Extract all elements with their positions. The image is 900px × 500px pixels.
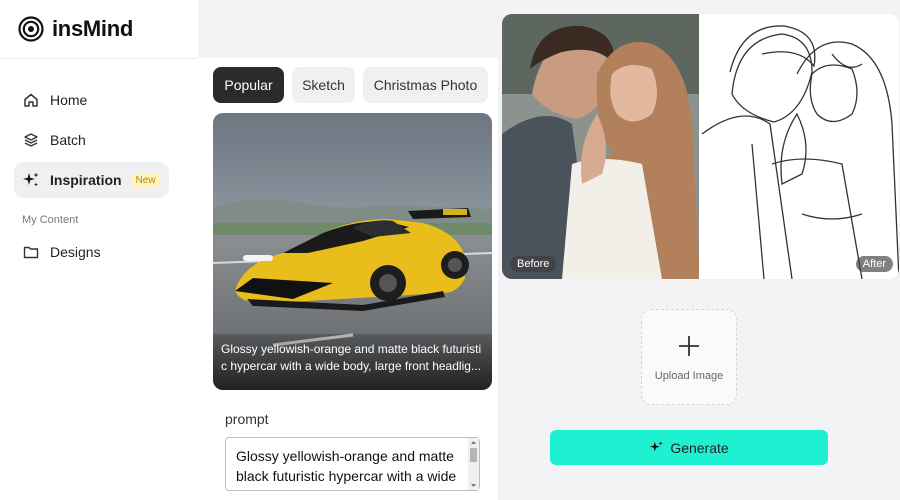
inspiration-card[interactable]: Glossy yellowish-orange and matte black … [213,113,492,390]
sparkle-icon [650,441,664,452]
sidebar: insMind Home Batch Inspiration New My Co… [0,0,198,500]
layers-icon [22,131,40,149]
prompt-label: prompt [225,411,269,427]
card-caption: Glossy yellowish-orange and matte black … [213,334,492,390]
sidebar-item-label: Inspiration [50,172,122,188]
plus-icon [679,336,699,356]
sidebar-item-batch[interactable]: Batch [14,122,169,158]
sparkle-icon [22,171,40,189]
app-logo[interactable]: insMind [18,14,133,44]
before-after-preview[interactable]: Before After [502,14,899,279]
tab-sketch[interactable]: Sketch [292,67,355,103]
sidebar-item-label: Batch [50,132,86,148]
sidebar-divider [0,58,198,59]
prompt-scrollbar[interactable] [468,438,479,490]
upload-image-button[interactable]: Upload Image [641,309,737,405]
tab-christmas-photo[interactable]: Christmas Photo [363,67,488,103]
new-badge: New [131,173,160,187]
sidebar-item-home[interactable]: Home [14,82,169,118]
sidebar-item-label: Designs [50,244,101,260]
app-name: insMind [52,16,134,41]
prompt-textarea[interactable]: Glossy yellowish-orange and matte black … [225,437,480,491]
before-after-image [502,14,899,279]
sidebar-item-designs[interactable]: Designs [14,234,169,270]
upload-image-label: Upload Image [654,370,724,382]
after-tag: After [855,256,893,272]
tab-popular[interactable]: Popular [213,67,284,103]
sidebar-item-inspiration[interactable]: Inspiration New [14,162,169,198]
folder-icon [22,243,40,261]
my-content-label: My Content [22,214,79,226]
sidebar-item-label: Home [50,92,88,108]
before-tag: Before [510,256,557,272]
insmind-logo-icon [18,16,44,42]
generate-button[interactable]: Generate [550,430,828,465]
generate-label: Generate [670,439,729,456]
home-icon [22,91,40,109]
